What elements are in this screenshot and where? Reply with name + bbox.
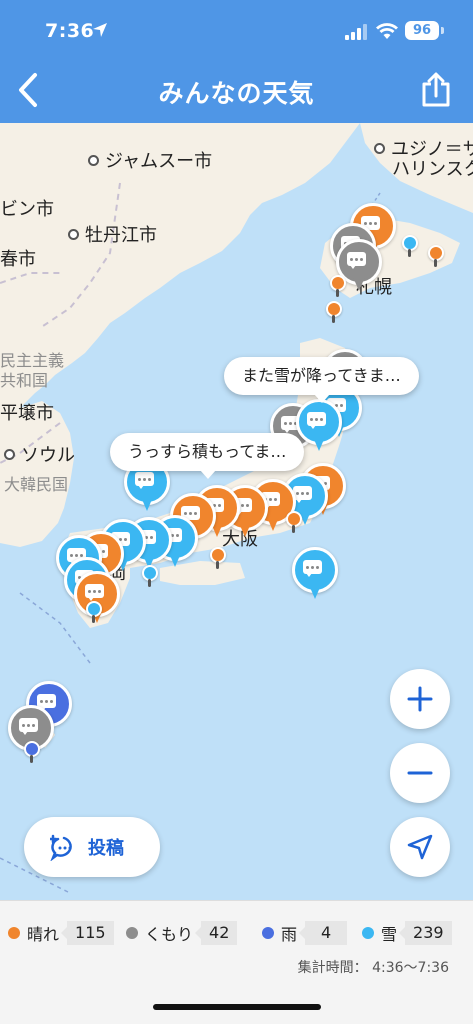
weather-dot-rain[interactable] xyxy=(24,741,40,763)
post-button-label: 投稿 xyxy=(88,838,124,859)
weather-dot-snow[interactable] xyxy=(142,565,158,587)
legend-label: 雨 xyxy=(281,925,298,944)
weather-map[interactable]: ジャムスー市 ユジノ＝サ ハリンスク ビン市 牡丹江市 春市 札幌 民主主義 共… xyxy=(0,123,473,900)
map-label-bin: ビン市 xyxy=(0,199,54,220)
map-label-haru: 春市 xyxy=(0,249,36,270)
current-location-button[interactable] xyxy=(390,817,450,877)
share-button[interactable] xyxy=(412,66,460,114)
map-label-pyeong: 平壌市 xyxy=(0,403,54,424)
legend-count: 42 xyxy=(194,921,238,945)
weather-dot-snow[interactable] xyxy=(86,601,102,623)
battery-indicator: 96 xyxy=(405,21,439,40)
rain-dot-icon xyxy=(262,927,274,939)
weather-dot-sunny[interactable] xyxy=(326,301,342,323)
plus-icon xyxy=(407,686,433,712)
home-indicator xyxy=(153,1004,321,1010)
weather-dot-sunny[interactable] xyxy=(330,275,346,297)
cloudy-dot-icon xyxy=(126,927,138,939)
share-icon xyxy=(422,72,450,107)
legend-label: 晴れ xyxy=(27,925,60,944)
legend-item-snow: 雪 239 xyxy=(362,921,452,945)
map-label-seoul: ソウル xyxy=(4,441,75,467)
map-label-haris: ハリンスク xyxy=(392,159,473,180)
map-label-jamusu: ジャムスー市 xyxy=(88,147,212,173)
post-callout[interactable]: また雪が降ってきま… xyxy=(224,357,419,403)
map-label-daekan: 大韓民国 xyxy=(4,475,69,494)
status-time: 7:36 xyxy=(45,20,95,42)
legend-item-rain: 雨 4 xyxy=(262,921,348,945)
post-button[interactable]: 投稿 xyxy=(24,817,160,877)
wifi-icon xyxy=(376,23,398,39)
compose-bubble-icon xyxy=(50,834,72,861)
weather-dot-snow[interactable] xyxy=(402,235,418,257)
header-bar: 7:36 96 みんなの天気 xyxy=(0,0,473,123)
snow-dot-icon xyxy=(362,927,374,939)
weather-dot-sunny[interactable] xyxy=(210,547,226,569)
weather-pin-snow[interactable] xyxy=(292,547,338,603)
legend-item-cloudy: くもり 42 xyxy=(126,921,238,945)
legend-count: 4 xyxy=(298,921,348,945)
battery-tip xyxy=(441,27,444,34)
minus-icon xyxy=(407,771,433,775)
post-callout[interactable]: うっすら積もってま… xyxy=(110,433,305,479)
legend-count: 239 xyxy=(399,921,452,945)
legend-label: くもり xyxy=(145,925,194,944)
legend-count: 115 xyxy=(61,921,114,945)
map-label-kyowa: 共和国 xyxy=(0,371,49,390)
weather-dot-sunny[interactable] xyxy=(286,511,302,533)
legend-item-sunny: 晴れ 115 xyxy=(8,921,114,945)
legend-label: 雪 xyxy=(381,925,398,944)
zoom-out-button[interactable] xyxy=(390,743,450,803)
navigation-arrow-icon xyxy=(407,834,433,860)
location-services-icon xyxy=(93,23,107,37)
map-label-botan: 牡丹江市 xyxy=(68,221,157,247)
tally-time: 集計時間： 4:36〜7:36 xyxy=(297,960,449,976)
weather-dot-sunny[interactable] xyxy=(428,245,444,267)
page-title: みんなの天気 xyxy=(158,79,315,108)
sunny-dot-icon xyxy=(8,927,20,939)
zoom-in-button[interactable] xyxy=(390,669,450,729)
status-bar: 7:36 96 xyxy=(0,0,473,60)
cellular-signal-icon xyxy=(345,24,367,40)
